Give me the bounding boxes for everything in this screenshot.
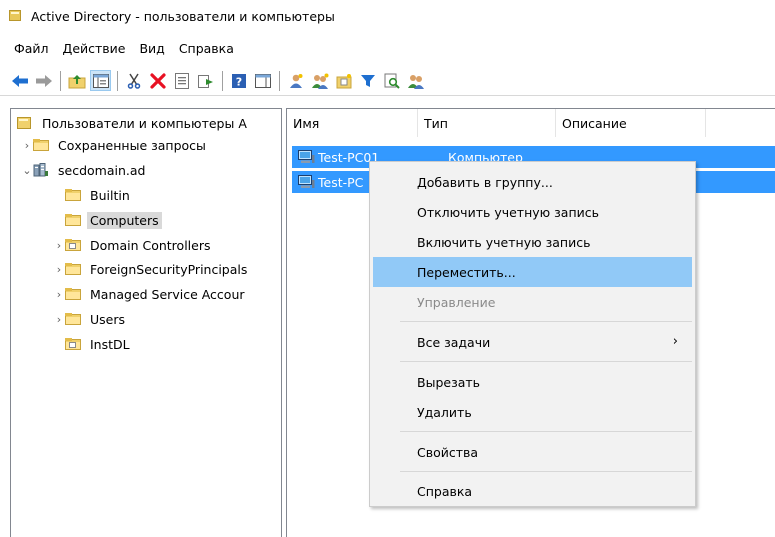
tree-item-label: Users bbox=[90, 311, 126, 327]
toolbar-separator bbox=[117, 70, 118, 91]
properties-icon[interactable] bbox=[171, 70, 192, 91]
filter-icon[interactable] bbox=[357, 70, 378, 91]
tree-item-label: Сохраненные запросы bbox=[58, 137, 206, 153]
chevron-right-icon[interactable]: › bbox=[53, 288, 65, 301]
toolbar-separator bbox=[222, 70, 223, 91]
new-ou-icon[interactable] bbox=[333, 70, 354, 91]
menu-file[interactable]: Файл bbox=[7, 38, 56, 59]
column-description[interactable]: Описание bbox=[556, 109, 706, 137]
folder-icon bbox=[65, 214, 81, 226]
menu-action[interactable]: Действие bbox=[56, 38, 133, 59]
column-type[interactable]: Тип bbox=[418, 109, 556, 137]
window-title: Active Directory - пользователи и компью… bbox=[31, 9, 335, 24]
tree-item-label: Computers bbox=[87, 211, 162, 229]
computer-icon bbox=[298, 175, 315, 189]
console-tree: Пользователи и компьютеры А › Сохраненны… bbox=[10, 108, 282, 537]
tree-item-label: ForeignSecurityPrincipals bbox=[90, 261, 248, 277]
menu-add-to-group[interactable]: Добавить в группу... bbox=[373, 167, 692, 197]
menu-move[interactable]: Переместить... bbox=[373, 257, 692, 287]
tree-item-label: Builtin bbox=[90, 187, 130, 203]
tree-item-label: secdomain.ad bbox=[58, 162, 146, 178]
menu-all-tasks-label: Все задачи bbox=[417, 334, 491, 350]
chevron-right-icon[interactable]: › bbox=[53, 263, 65, 276]
context-menu: Добавить в группу... Отключить учетную з… bbox=[369, 161, 696, 507]
computer-icon bbox=[298, 150, 315, 164]
menu-manage: Управление bbox=[417, 294, 496, 310]
cut-icon[interactable] bbox=[123, 70, 144, 91]
back-icon[interactable] bbox=[9, 70, 30, 91]
action-pane-icon[interactable] bbox=[252, 70, 273, 91]
tree-root-label: Пользователи и компьютеры А bbox=[42, 115, 247, 131]
menu-separator bbox=[400, 431, 692, 432]
tree-root[interactable]: Пользователи и компьютеры А bbox=[17, 113, 250, 133]
folder-icon bbox=[65, 263, 81, 275]
delete-icon[interactable] bbox=[147, 70, 168, 91]
tree-item-label: Managed Service Accour bbox=[90, 286, 245, 302]
tree-item-managed-service-accounts[interactable]: › Managed Service Accour bbox=[53, 284, 248, 304]
column-name[interactable]: Имя bbox=[287, 109, 418, 137]
domain-icon bbox=[33, 163, 49, 177]
up-folder-icon[interactable] bbox=[66, 70, 87, 91]
find-icon[interactable] bbox=[381, 70, 402, 91]
title-bar: Active Directory - пользователи и компью… bbox=[0, 0, 775, 33]
export-list-icon[interactable] bbox=[195, 70, 216, 91]
column-header: Имя Тип Описание bbox=[287, 109, 775, 137]
chevron-down-icon[interactable]: ⌄ bbox=[21, 164, 33, 177]
tree-item-domain-controllers[interactable]: › Domain Controllers bbox=[53, 235, 213, 255]
menu-help[interactable]: Справка bbox=[172, 38, 241, 59]
tree-item-computers[interactable]: Computers bbox=[65, 210, 162, 230]
svg-text:?: ? bbox=[235, 75, 241, 88]
tree-item-instdl[interactable]: InstDL bbox=[65, 334, 133, 354]
tree-item-label: Domain Controllers bbox=[90, 237, 211, 253]
menu-cut[interactable]: Вырезать bbox=[373, 367, 692, 397]
new-user-icon[interactable] bbox=[285, 70, 306, 91]
menu-help-item[interactable]: Справка bbox=[373, 476, 692, 506]
help-icon[interactable]: ? bbox=[228, 70, 249, 91]
menu-separator bbox=[400, 361, 692, 362]
menu-view[interactable]: Вид bbox=[132, 38, 171, 59]
ou-folder-icon bbox=[65, 338, 81, 350]
toolbar-separator bbox=[279, 70, 280, 91]
row-name: Test-PC bbox=[318, 174, 364, 190]
ou-folder-icon bbox=[65, 239, 81, 251]
aduc-snapin-icon bbox=[17, 116, 33, 130]
toolbar: ? bbox=[0, 66, 775, 96]
chevron-right-icon[interactable]: › bbox=[21, 139, 33, 152]
show-console-tree-icon[interactable] bbox=[90, 70, 111, 91]
tree-item-foreign-security-principals[interactable]: › ForeignSecurityPrincipals bbox=[53, 259, 250, 279]
menu-enable-account[interactable]: Включить учетную запись bbox=[373, 227, 692, 257]
add-to-group-icon[interactable] bbox=[405, 70, 426, 91]
tree-item-label: InstDL bbox=[90, 336, 130, 352]
menu-properties[interactable]: Свойства bbox=[373, 437, 692, 467]
chevron-right-icon[interactable]: › bbox=[53, 313, 65, 326]
menu-all-tasks[interactable]: Все задачи › bbox=[373, 327, 692, 357]
folder-icon bbox=[65, 313, 81, 325]
folder-icon bbox=[65, 288, 81, 300]
forward-icon[interactable] bbox=[33, 70, 54, 91]
folder-icon bbox=[65, 189, 81, 201]
toolbar-separator bbox=[60, 70, 61, 91]
submenu-arrow-icon: › bbox=[672, 334, 678, 349]
new-group-icon[interactable] bbox=[309, 70, 330, 91]
tree-item-domain[interactable]: ⌄ secdomain.ad bbox=[21, 160, 148, 180]
chevron-right-icon[interactable]: › bbox=[53, 239, 65, 252]
menu-bar: Файл Действие Вид Справка bbox=[0, 36, 775, 60]
tree-item-users[interactable]: › Users bbox=[53, 309, 128, 329]
aduc-app-icon bbox=[9, 10, 21, 21]
menu-separator bbox=[400, 471, 692, 472]
folder-icon bbox=[33, 139, 49, 151]
menu-delete[interactable]: Удалить bbox=[373, 397, 692, 427]
menu-separator bbox=[400, 321, 692, 322]
menu-disable-account[interactable]: Отключить учетную запись bbox=[373, 197, 692, 227]
tree-item-builtin[interactable]: Builtin bbox=[65, 185, 133, 205]
tree-item-saved-queries[interactable]: › Сохраненные запросы bbox=[21, 135, 209, 155]
